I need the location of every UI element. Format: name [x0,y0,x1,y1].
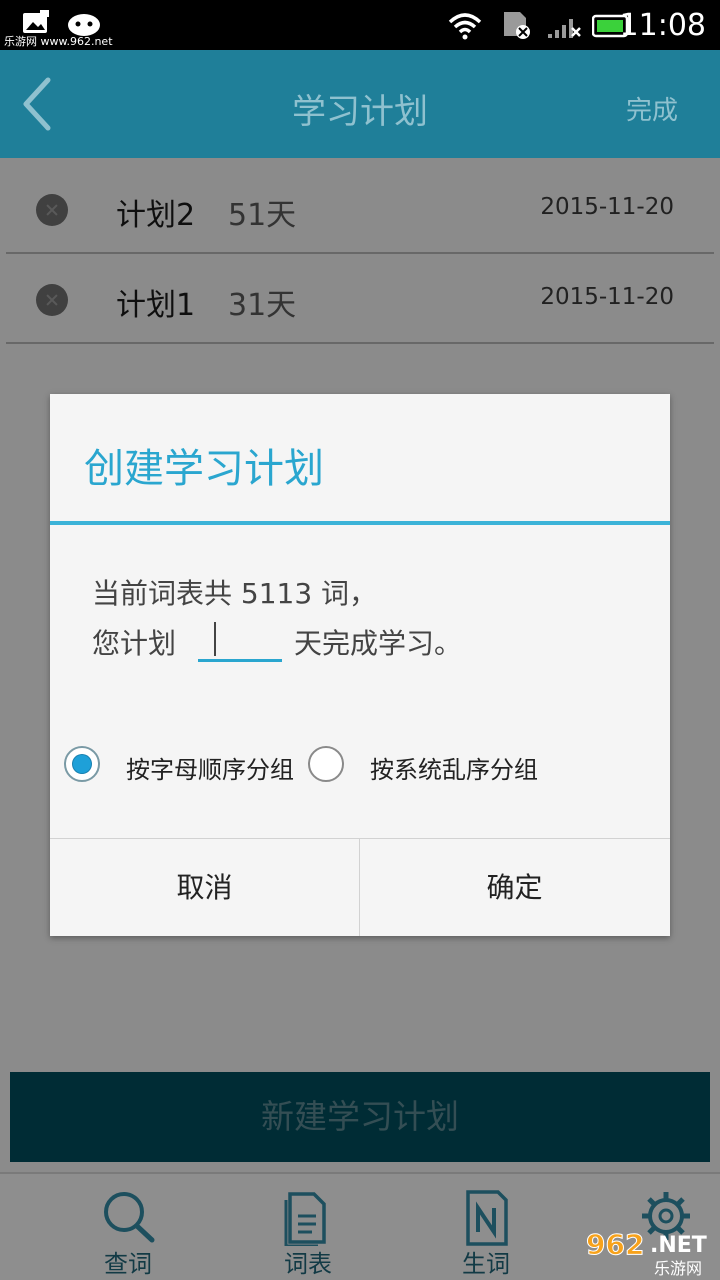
done-button[interactable]: 完成 [626,90,678,127]
title-divider [50,521,670,525]
nav-label: 生词 [462,1250,510,1278]
brand-logo: 962 .NET 乐游网 [586,1228,707,1279]
dialog-title: 创建学习计划 [84,446,324,492]
nav-item-wordlist[interactable]: 词表 [248,1174,368,1280]
plan-prompt-suffix: 天完成学习。 [294,627,463,660]
plan-prompt-prefix: 您计划 [92,627,177,660]
watermark-text: 乐游网 www.962.net [4,35,113,48]
days-input[interactable] [198,618,282,662]
nav-item-search[interactable]: 查词 [68,1174,188,1280]
radio-label-alphabetical[interactable]: 按字母顺序分组 [126,750,294,785]
page-title: 学习计划 [292,92,428,132]
notebook-icon [466,1190,508,1246]
app-header: 学习计划 完成 [0,50,720,158]
signal-icon [548,19,581,38]
nav-label: 查词 [104,1250,152,1278]
create-plan-dialog: 创建学习计划 当前词表共 5113 词， 您计划 天完成学习。 按字母顺序分组 … [50,394,670,936]
svg-text:962: 962 [586,1228,644,1261]
confirm-button[interactable]: 确定 [360,839,669,936]
text-cursor [214,622,216,656]
nav-label: 词表 [284,1250,332,1278]
cancel-button[interactable]: 取消 [50,839,359,936]
wifi-icon [448,13,482,40]
svg-text:乐游网: 乐游网 [654,1259,702,1278]
sim-off-icon [504,12,530,39]
svg-text:.NET: .NET [650,1233,707,1258]
clock: 11:08 [619,8,706,43]
search-icon [104,1192,155,1243]
document-icon [284,1192,326,1246]
radio-label-random[interactable]: 按系统乱序分组 [370,750,538,785]
nav-item-newwords[interactable]: 生词 [426,1174,546,1280]
radio-random[interactable] [308,746,344,782]
status-bar: 乐游网 www.962.net 11:08 [0,0,720,50]
radio-alphabetical[interactable] [64,746,100,782]
word-count-text: 当前词表共 5113 词， [92,577,378,610]
